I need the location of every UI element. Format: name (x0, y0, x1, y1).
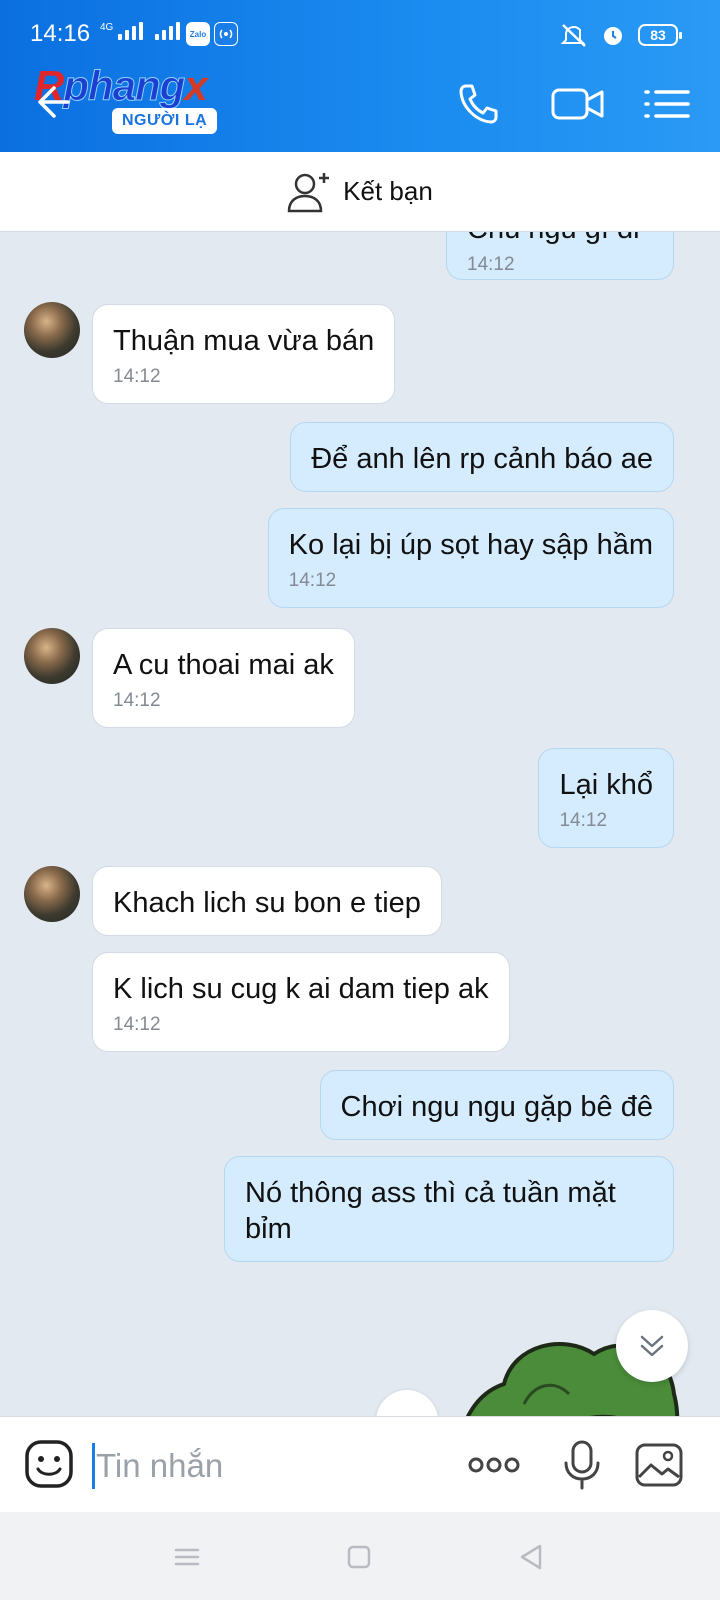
list-menu-icon[interactable] (642, 80, 692, 128)
avatar[interactable] (24, 866, 80, 922)
video-camera-icon[interactable] (550, 80, 606, 128)
more-dots-icon[interactable] (466, 1439, 522, 1491)
image-icon[interactable] (634, 1439, 684, 1491)
message-bubble-in[interactable]: Thuận mua vừa bán 14:12 (92, 304, 396, 404)
message-text: Chú ngủ gì đi (467, 232, 640, 245)
message-text: A cu thoai mai ak (113, 649, 334, 681)
message-text: Để anh lên rp cảnh báo ae (311, 443, 653, 475)
signal-icon: 4G (100, 22, 181, 40)
message-bubble-out[interactable]: Chơi ngu ngu gặp bê đê (319, 1070, 674, 1140)
message-input[interactable] (96, 1437, 436, 1495)
message-bubble-in[interactable]: A cu thoai mai ak 14:12 (92, 628, 355, 728)
status-bar: 14:16 4G Zalo 83 (0, 0, 720, 60)
message-time: 14:12 (113, 366, 161, 387)
status-right: 83 (560, 22, 682, 48)
add-friend-bar[interactable]: Kết bạn (0, 152, 720, 232)
zalo-notification-icon: Zalo (186, 22, 210, 46)
message-text: K lich su cug k ai dam tiep ak (113, 973, 489, 1005)
avatar[interactable] (24, 302, 80, 358)
battery-icon: 83 (638, 24, 682, 46)
phone-icon[interactable] (454, 80, 502, 128)
message-bubble-in[interactable]: K lich su cug k ai dam tiep ak 14:12 (92, 952, 510, 1052)
chat-header: 14:16 4G Zalo 83 Rphangx NGƯỜI LẠ (0, 0, 720, 152)
message-text: Chơi ngu ngu gặp bê đê (340, 1091, 654, 1123)
recent-apps-icon[interactable] (172, 1542, 202, 1572)
add-friend-icon (287, 172, 330, 212)
message-bubble-in[interactable]: Khach lich su bon e tiep (92, 866, 442, 936)
message-bubble-out[interactable]: Chú ngủ gì đi 14:12 (446, 232, 674, 280)
message-text: Nó thông ass thì cả tuần mặt bỉm (245, 1177, 616, 1245)
back-arrow-icon[interactable] (30, 80, 74, 124)
message-text: Lại khổ (559, 769, 653, 801)
alarm-icon (604, 27, 622, 45)
text-caret (92, 1443, 95, 1489)
system-nav-bar (0, 1512, 720, 1600)
microphone-icon[interactable] (562, 1439, 602, 1491)
message-time: 14:12 (113, 690, 161, 711)
stranger-badge: NGƯỜI LẠ (112, 108, 218, 134)
message-text: Thuận mua vừa bán (113, 325, 375, 357)
scroll-to-bottom-button[interactable] (616, 1310, 688, 1382)
avatar[interactable] (24, 628, 80, 684)
message-bubble-out[interactable]: Lại khổ 14:12 (538, 748, 674, 848)
message-text: Ko lại bị úp sọt hay sập hầm (288, 529, 653, 561)
message-bubble-out[interactable]: Nó thông ass thì cả tuần mặt bỉm (224, 1156, 674, 1262)
network-type: 4G (100, 22, 114, 33)
message-bubble-out[interactable]: Để anh lên rp cảnh báo ae (290, 422, 674, 492)
chat-area[interactable]: Chú ngủ gì đi 14:12 Thuận mua vừa bán 14… (0, 232, 720, 1416)
message-time: 14:12 (113, 1014, 161, 1035)
status-time: 14:16 (30, 20, 91, 47)
battery-level: 83 (650, 27, 666, 43)
hotspot-icon (214, 22, 238, 46)
message-bubble-out[interactable]: Ko lại bị úp sọt hay sập hầm 14:12 (267, 508, 674, 608)
home-icon[interactable] (344, 1542, 374, 1572)
message-time: 14:12 (559, 810, 608, 831)
chevron-double-down-icon (640, 1335, 664, 1357)
back-icon[interactable] (516, 1542, 546, 1572)
add-friend-label: Kết bạn (343, 176, 433, 206)
message-time: 14:12 (288, 570, 337, 591)
mute-icon (560, 24, 586, 47)
message-text: Khach lich su bon e tiep (113, 887, 421, 919)
message-time: 14:12 (467, 254, 515, 275)
app-bar: Rphangx NGƯỜI LẠ (0, 56, 720, 152)
reaction-button[interactable] (376, 1390, 438, 1416)
emoji-icon[interactable] (24, 1439, 74, 1489)
message-input-bar (0, 1416, 720, 1512)
